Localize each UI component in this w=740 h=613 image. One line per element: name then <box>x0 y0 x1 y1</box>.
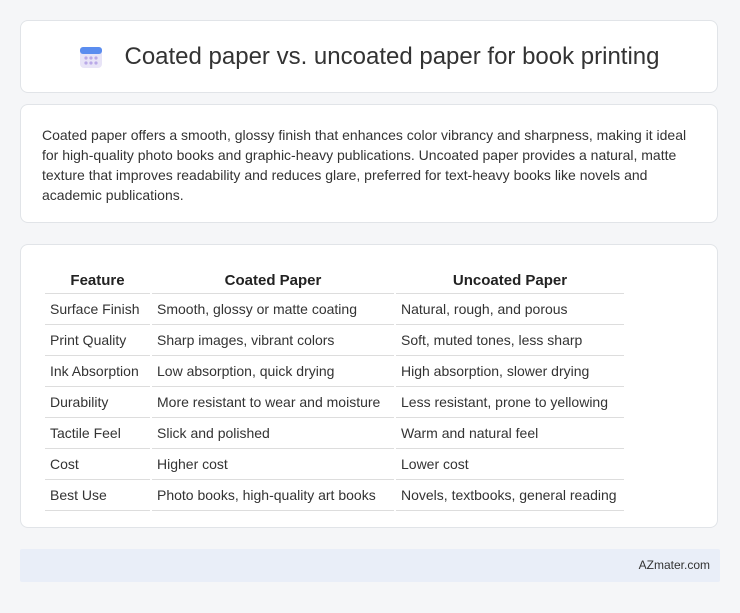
uncoated-cell: Soft, muted tones, less sharp <box>396 325 624 356</box>
table-row: Print Quality Sharp images, vibrant color… <box>45 325 624 356</box>
comparison-table: Feature Coated Paper Uncoated Paper Surf… <box>43 265 626 511</box>
calendar-icon <box>78 44 104 70</box>
uncoated-cell: Warm and natural feel <box>396 418 624 449</box>
uncoated-cell: High absorption, slower drying <box>396 356 624 387</box>
table-row: Ink Absorption Low absorption, quick dryi… <box>45 356 624 387</box>
coated-cell: Higher cost <box>152 449 394 480</box>
feature-cell: Print Quality <box>45 325 150 356</box>
uncoated-cell: Natural, rough, and porous <box>396 294 624 325</box>
page-title: Coated paper vs. uncoated paper for book… <box>124 42 660 70</box>
intro-text: Coated paper offers a smooth, glossy fin… <box>42 127 687 203</box>
header-card: Coated paper vs. uncoated paper for book… <box>20 20 718 93</box>
table-row: Tactile Feel Slick and polished Warm and n… <box>45 418 624 449</box>
footer: AZmater.com <box>20 549 720 582</box>
feature-cell: Cost <box>45 449 150 480</box>
coated-cell: Sharp images, vibrant colors <box>152 325 394 356</box>
feature-cell: Surface Finish <box>45 294 150 325</box>
uncoated-cell: Lower cost <box>396 449 624 480</box>
table-row: Best Use Photo books, high-quality art bo… <box>45 480 624 511</box>
column-header-uncoated: Uncoated Paper <box>396 265 624 294</box>
feature-cell: Ink Absorption <box>45 356 150 387</box>
coated-cell: Slick and polished <box>152 418 394 449</box>
feature-cell: Best Use <box>45 480 150 511</box>
intro-card: Coated paper offers a smooth, glossy fin… <box>20 104 718 223</box>
feature-cell: Durability <box>45 387 150 418</box>
uncoated-cell: Novels, textbooks, general reading <box>396 480 624 511</box>
coated-cell: More resistant to wear and moisture <box>152 387 394 418</box>
uncoated-cell: Less resistant, prone to yellowing <box>396 387 624 418</box>
table-header-row: Feature Coated Paper Uncoated Paper <box>45 265 624 294</box>
column-header-feature: Feature <box>45 265 150 294</box>
comparison-card: Feature Coated Paper Uncoated Paper Surf… <box>20 244 718 528</box>
coated-cell: Smooth, glossy or matte coating <box>152 294 394 325</box>
coated-cell: Photo books, high-quality art books <box>152 480 394 511</box>
table-row: Cost Higher cost Lower cost <box>45 449 624 480</box>
column-header-coated: Coated Paper <box>152 265 394 294</box>
table-row: Surface Finish Smooth, glossy or matte co… <box>45 294 624 325</box>
footer-brand: AZmater.com <box>638 558 710 572</box>
table-row: Durability More resistant to wear and moi… <box>45 387 624 418</box>
feature-cell: Tactile Feel <box>45 418 150 449</box>
coated-cell: Low absorption, quick drying <box>152 356 394 387</box>
